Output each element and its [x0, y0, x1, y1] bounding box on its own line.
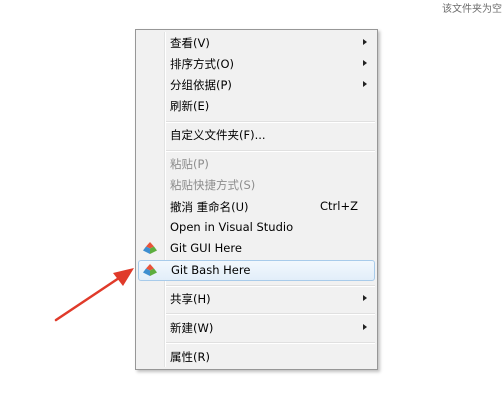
annotation-arrow-icon: [54, 268, 134, 322]
